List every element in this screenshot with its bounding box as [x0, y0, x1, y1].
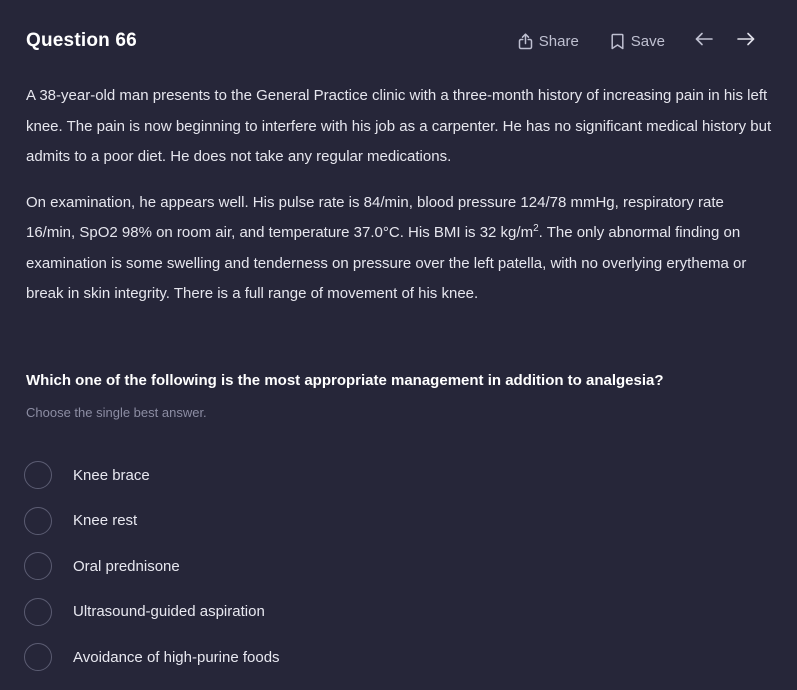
radio-button[interactable]: [24, 597, 52, 626]
question-prompt: Which one of the following is the most a…: [26, 372, 664, 389]
option-label: Oral prednisone: [73, 557, 180, 575]
answer-option-knee-rest[interactable]: Knee rest: [24, 504, 524, 538]
radio-button[interactable]: [24, 506, 52, 535]
option-label: Knee brace: [73, 466, 150, 484]
stem-paragraph-history: A 38-year-old man presents to the Genera…: [26, 87, 772, 165]
share-label: Share: [538, 32, 579, 50]
answer-option-knee-brace[interactable]: Knee brace: [24, 458, 524, 492]
arrow-right-icon: [737, 32, 755, 51]
answer-instruction: Choose the single best answer.: [26, 405, 207, 420]
next-question-button[interactable]: [735, 30, 757, 52]
save-button[interactable]: Save: [611, 33, 665, 50]
question-stem: A 38-year-old man presents to the Genera…: [26, 81, 776, 310]
radio-button[interactable]: [24, 552, 52, 580]
radio-button[interactable]: [24, 643, 52, 671]
answer-options: Knee brace Knee rest Oral prednisone Ult…: [24, 458, 524, 686]
share-icon: [518, 32, 539, 50]
share-button[interactable]: Share: [518, 33, 579, 50]
previous-question-button[interactable]: [693, 30, 715, 52]
page-title: Question 66: [26, 30, 137, 51]
radio-button[interactable]: [24, 461, 52, 489]
question-header: Question 66 Share Save: [26, 26, 757, 56]
save-label: Save: [630, 32, 665, 50]
stem-paragraph-examination: On examination, he appears well. His pul…: [26, 188, 776, 310]
arrow-left-icon: [695, 32, 713, 51]
answer-option-ultrasound-aspiration[interactable]: Ultrasound-guided aspiration: [24, 595, 524, 629]
answer-option-avoid-high-purine-foods[interactable]: Avoidance of high-purine foods: [24, 640, 524, 674]
bookmark-icon: [611, 33, 631, 50]
option-label: Knee rest: [73, 512, 138, 529]
answer-option-oral-prednisone[interactable]: Oral prednisone: [24, 549, 524, 583]
option-label: Ultrasound-guided aspiration: [73, 603, 265, 620]
header-actions: Share Save: [518, 30, 757, 52]
option-label: Avoidance of high-purine foods: [73, 648, 280, 666]
